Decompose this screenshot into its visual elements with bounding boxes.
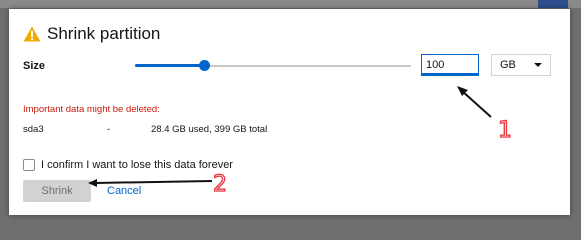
dialog-title: Shrink partition bbox=[47, 24, 161, 43]
confirm-label[interactable]: I confirm I want to lose this data forev… bbox=[41, 159, 233, 171]
size-label: Size bbox=[23, 60, 46, 72]
confirm-row[interactable]: I confirm I want to lose this data forev… bbox=[23, 159, 233, 171]
slider-thumb[interactable] bbox=[199, 60, 210, 71]
unit-select[interactable]: GB bbox=[491, 54, 551, 76]
warning-triangle-icon bbox=[23, 26, 41, 42]
cancel-button[interactable]: Cancel bbox=[107, 185, 141, 197]
background-window-button bbox=[538, 0, 568, 8]
size-slider[interactable] bbox=[135, 58, 411, 74]
device-usage: 28.4 GB used, 399 GB total bbox=[151, 124, 268, 135]
unit-select-value: GB bbox=[500, 59, 516, 71]
size-input[interactable] bbox=[421, 54, 479, 76]
dialog-header: Shrink partition bbox=[23, 23, 160, 45]
confirm-checkbox[interactable] bbox=[23, 159, 35, 171]
slider-fill bbox=[135, 64, 204, 67]
caret-down-icon bbox=[534, 63, 542, 67]
shrink-partition-dialog: Shrink partition Size GB Important data … bbox=[9, 9, 570, 215]
shrink-button[interactable]: Shrink bbox=[23, 180, 91, 202]
data-loss-warning: Important data might be deleted: bbox=[23, 104, 160, 115]
backdrop-top bbox=[0, 0, 581, 8]
device-name: sda3 bbox=[23, 124, 44, 135]
device-separator: - bbox=[107, 124, 111, 135]
